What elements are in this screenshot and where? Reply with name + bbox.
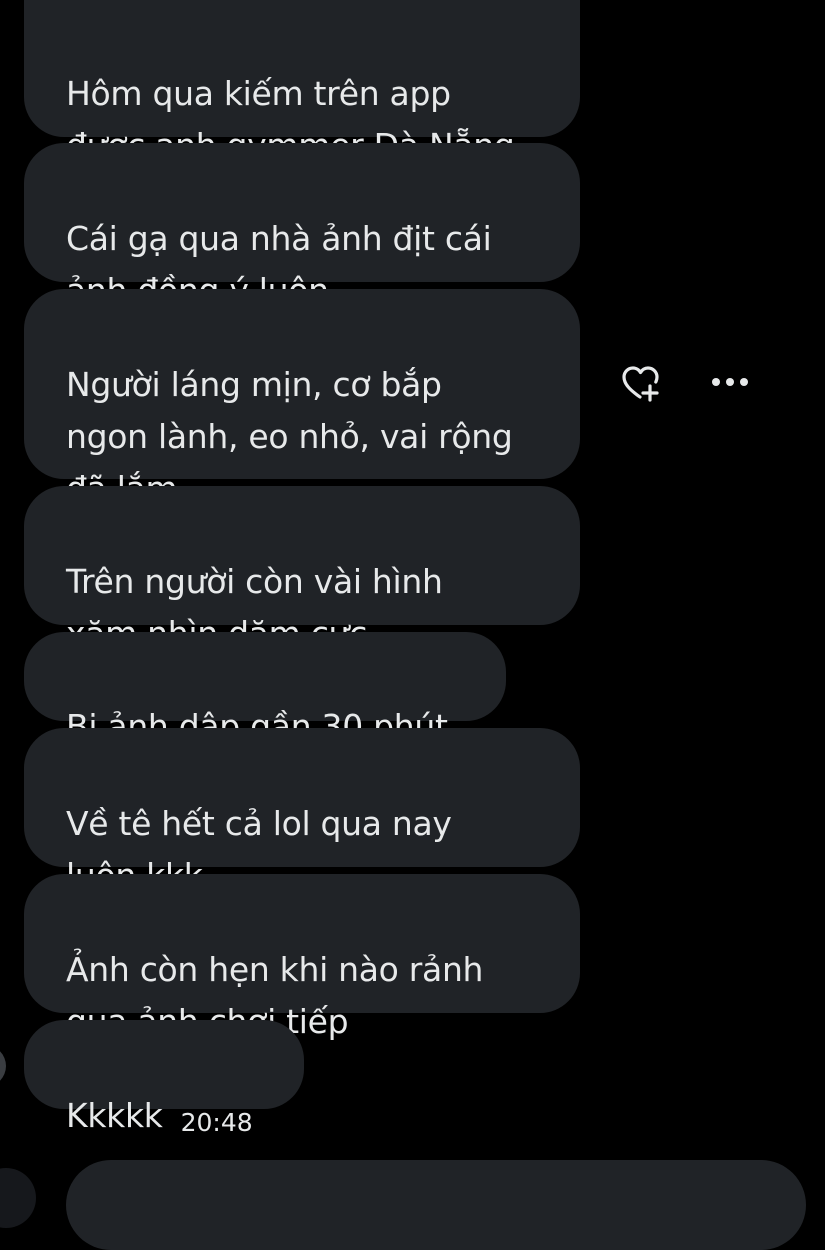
message-bubble[interactable]: Cái gạ qua nhà ảnh địt cái ảnh đồng ý lu… [24, 143, 580, 310]
message-bubble[interactable]: Ảnh còn hẹn khi nào rảnh qua ảnh chơi ti… [24, 874, 580, 1041]
message-bubble[interactable]: Về tê hết cả lol qua nay luôn kkk [24, 728, 580, 895]
composer-action-button[interactable] [0, 1168, 36, 1228]
message-bubble[interactable]: Trên người còn vài hình xăm nhìn dăm cực [24, 486, 580, 653]
message-timestamp: 20:48 [180, 1108, 253, 1137]
message-bubble[interactable]: Kkkkk 20:48 [24, 1020, 304, 1137]
heart-plus-icon[interactable] [620, 364, 664, 404]
message-composer[interactable] [66, 1160, 806, 1250]
message-bubble[interactable]: Hôm qua kiếm trên app được anh gymmer Đà… [24, 0, 580, 165]
more-horizontal-icon[interactable] [708, 372, 752, 392]
message-bubble[interactable]: Bị ảnh dập gần 30 phút [24, 632, 506, 746]
message-bubble[interactable]: Người láng mịn, cơ bắp ngon lành, eo nhỏ… [24, 289, 580, 508]
message-text: Kkkkk [66, 1096, 163, 1135]
avatar [0, 1045, 6, 1087]
